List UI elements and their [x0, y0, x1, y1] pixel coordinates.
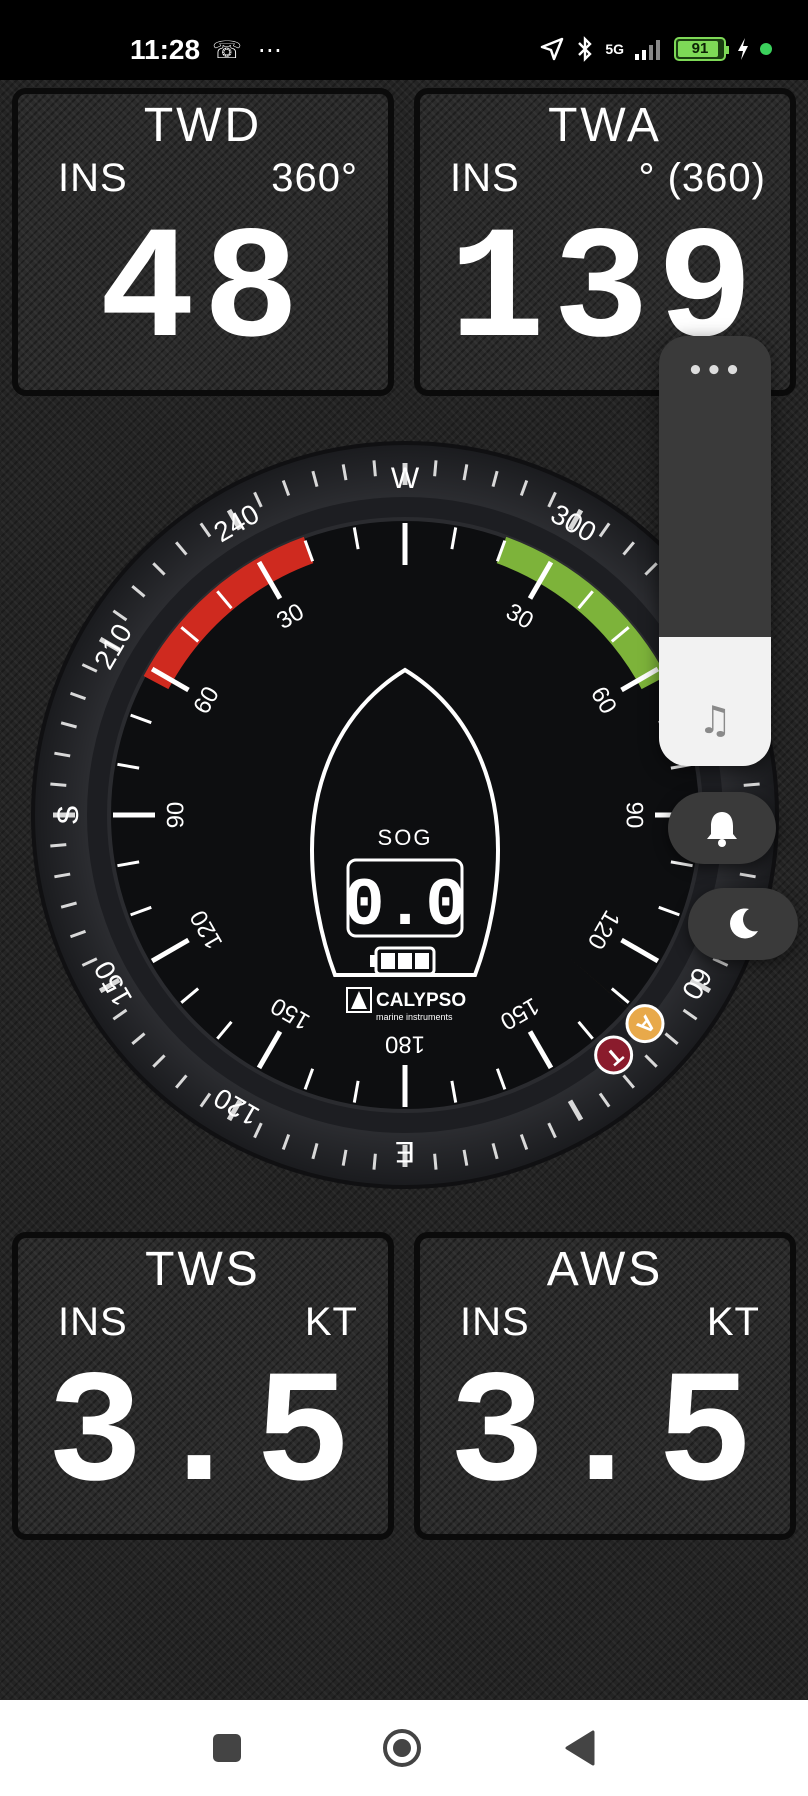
square-icon [213, 1734, 241, 1762]
tws-title: TWS [145, 1243, 261, 1296]
charging-icon [738, 38, 748, 60]
inner-label: 90 [162, 802, 189, 829]
svg-text:CALYPSO: CALYPSO [376, 990, 466, 1011]
volume-slider[interactable]: ••• ♫ [659, 336, 771, 766]
twd-panel[interactable]: TWD INS 360° 48 [12, 88, 394, 396]
dark-mode-button[interactable] [688, 888, 798, 960]
twa-unit: ° (360) [638, 156, 766, 200]
outer-tick [50, 843, 67, 848]
outer-tick [50, 782, 67, 787]
status-time: 11:28 [130, 34, 201, 65]
app-main: TWD INS 360° 48 TWA INS ° (360) 139 WSE2… [0, 80, 808, 1763]
outer-tick [433, 460, 438, 477]
aws-value: 3.5 [448, 1347, 762, 1528]
sog-label: SOG [378, 825, 433, 850]
back-triangle-icon [565, 1730, 595, 1766]
recents-button[interactable] [207, 1728, 247, 1768]
cardinal-e: E [395, 1135, 415, 1168]
tws-unit: KT [304, 1300, 358, 1344]
aws-panel[interactable]: AWS INS KT 3.5 [414, 1232, 796, 1540]
status-bar: 11:28 ☏ ⋯ 5G 91 [0, 0, 808, 80]
sog-value: 0.0 [344, 868, 466, 945]
twd-value: 48 [98, 203, 308, 384]
tws-panel[interactable]: TWS INS KT 3.5 [12, 1232, 394, 1540]
twa-title: TWA [548, 99, 662, 152]
status-right: 5G 91 [539, 36, 772, 62]
outer-tick [372, 1153, 377, 1170]
signal-icon [635, 40, 660, 60]
location-icon [541, 37, 564, 61]
inner-label: 90 [621, 802, 648, 829]
aws-source: INS [460, 1300, 530, 1344]
cardinal-w: W [391, 462, 420, 495]
battery-icon: 91 [674, 37, 729, 61]
twd-title: TWD [143, 99, 263, 152]
back-button[interactable] [560, 1728, 600, 1768]
twd-source: INS [58, 156, 128, 200]
notification-icons: ☏ ⋯ [212, 36, 286, 64]
ringer-button[interactable] [668, 792, 776, 864]
twa-source: INS [450, 156, 520, 200]
privacy-indicator-dot [760, 43, 772, 55]
moon-icon [730, 908, 758, 939]
network-type: 5G [605, 41, 624, 57]
aws-title: AWS [546, 1243, 664, 1296]
volume-more-button[interactable]: ••• [659, 356, 771, 386]
svg-text:marine instruments: marine instruments [376, 1012, 453, 1022]
outer-tick [372, 460, 377, 477]
bluetooth-icon [578, 36, 593, 62]
bell-icon [707, 812, 737, 847]
outer-tick [433, 1153, 438, 1170]
twd-unit: 360° [271, 156, 358, 200]
music-note-icon: ♫ [697, 698, 733, 742]
battery-percent: 91 [691, 40, 709, 57]
circle-home-icon [383, 1729, 421, 1767]
outer-tick [743, 782, 760, 787]
system-navigation-bar [0, 1700, 808, 1796]
tws-value: 3.5 [46, 1347, 360, 1528]
inner-label: 180 [385, 1031, 425, 1058]
tws-source: INS [58, 1300, 128, 1344]
cardinal-s: S [52, 805, 85, 825]
aws-unit: KT [706, 1300, 760, 1344]
home-button[interactable] [382, 1728, 422, 1768]
